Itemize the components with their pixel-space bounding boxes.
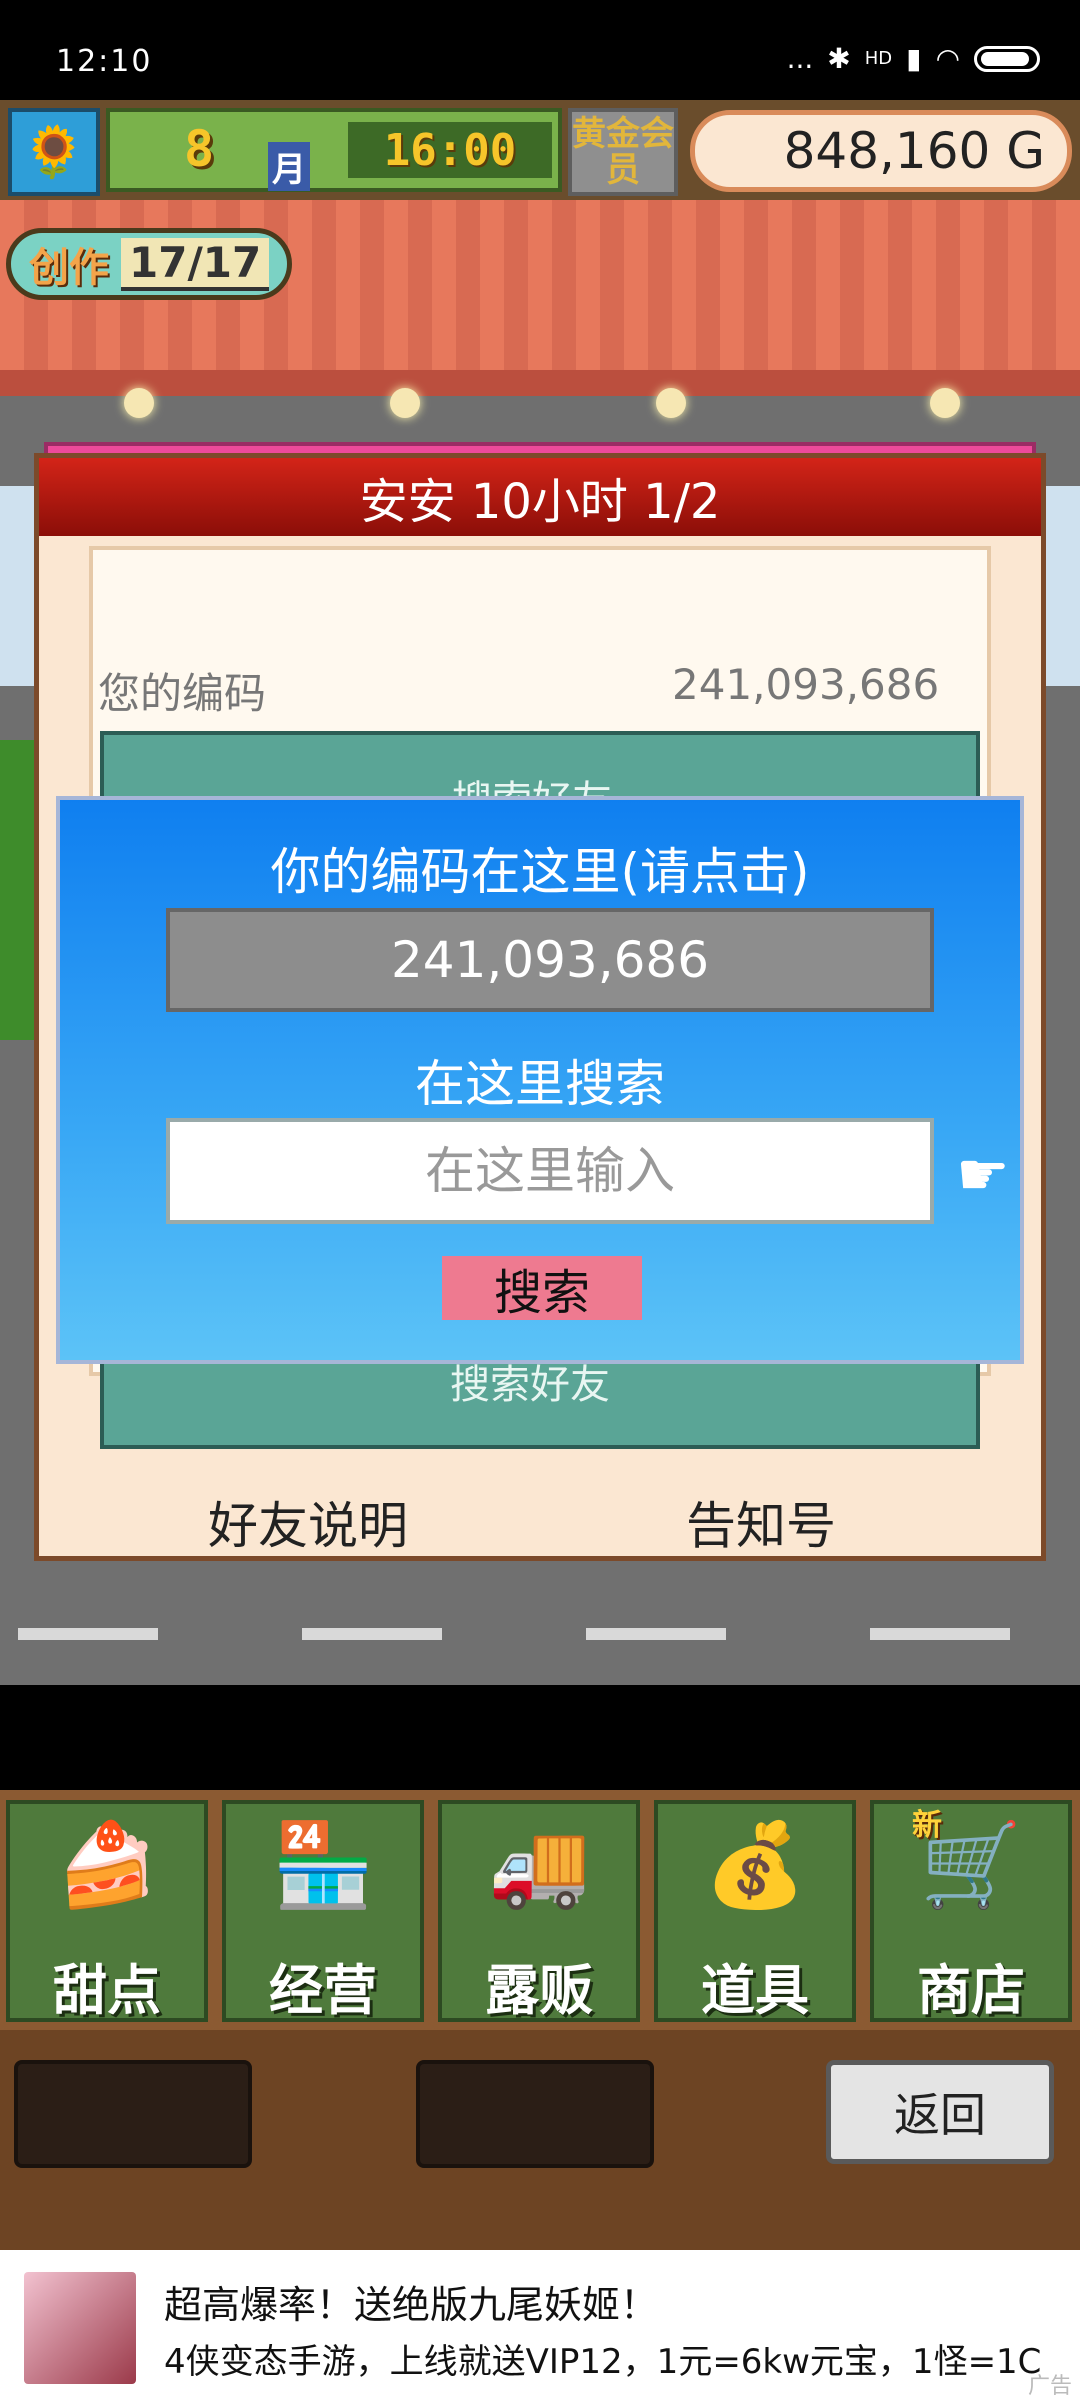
road-marking — [586, 1628, 726, 1640]
back-button[interactable]: 返回 — [826, 2060, 1054, 2164]
search-label: 在这里搜索 — [415, 1055, 665, 1113]
friend-help-button[interactable]: 好友说明 — [208, 1486, 408, 1558]
bottom-toolbar: 返回 — [0, 2030, 1080, 2254]
battery-icon — [974, 45, 1040, 72]
code-search-popup: 你的编码在这里(请点击) 241,093,686 在这里搜索 搜索 ☚ — [56, 796, 1024, 1364]
search-button[interactable]: 搜索 — [442, 1256, 642, 1321]
ad-subtitle: 4侠变态手游，上线就送VIP12，1元=6kw元宝，1怪=1C — [164, 2342, 1042, 2382]
bluetooth-icon: ✱ — [827, 42, 851, 75]
shop-building-icon: 🏪 — [271, 1818, 375, 1913]
status-bar: 12:10 ... ✱ HD ▮ ◠ — [0, 0, 1080, 100]
nav-stall-label: 露贩 — [485, 1959, 593, 2022]
create-label: 创作 — [29, 245, 109, 291]
sunflower-icon[interactable]: 🌻 — [8, 108, 100, 196]
road-marking — [18, 1628, 158, 1640]
money-display: 848,160 G — [690, 110, 1072, 192]
status-time: 12:10 — [56, 44, 153, 79]
hd-signal-icon: HD — [864, 48, 893, 69]
popup-title: 你的编码在这里(请点击) — [270, 843, 810, 901]
lamp-icon — [930, 388, 960, 418]
nav-items[interactable]: 💰 道具 — [654, 1800, 856, 2022]
empty-slot[interactable] — [14, 2060, 252, 2168]
more-dots-icon: ... — [786, 42, 814, 75]
nav-manage-label: 经营 — [269, 1959, 377, 2022]
month-label: 月 — [268, 142, 310, 191]
lamp-icon — [390, 388, 420, 418]
nav-stall[interactable]: 🚚 露贩 — [438, 1800, 640, 2022]
shopping-cart-icon: 🛒 — [919, 1818, 1023, 1913]
bottom-nav: 🍰 甜点 🏪 经营 🚚 露贩 💰 道具 新 🛒 商店 — [0, 1790, 1080, 2030]
membership-badge[interactable]: 黄金会员 — [568, 108, 678, 196]
month-number: 8 — [184, 120, 215, 178]
road-marking — [302, 1628, 442, 1640]
lamp-icon — [124, 388, 154, 418]
pointing-hand-icon: ☚ — [956, 1140, 1010, 1210]
friend-code-input[interactable] — [166, 1118, 934, 1224]
nav-dessert-label: 甜点 — [53, 1959, 161, 2022]
nav-store-label: 商店 — [917, 1959, 1025, 2022]
item-bag-icon: 💰 — [703, 1818, 807, 1913]
nav-dessert[interactable]: 🍰 甜点 — [6, 1800, 208, 2022]
create-count: 17/17 — [121, 237, 270, 291]
cake-icon: 🍰 — [55, 1818, 159, 1913]
empty-slot[interactable] — [416, 2060, 654, 2168]
food-truck-icon: 🚚 — [487, 1818, 591, 1913]
signal-icon: ▮ — [906, 42, 922, 75]
ad-tag: 广告 — [1027, 2374, 1072, 2399]
ad-title: 超高爆率！送绝版九尾妖姬！ — [164, 2283, 659, 2327]
awning-ridge — [0, 370, 1080, 396]
wifi-icon: ◠ — [935, 42, 960, 75]
nav-store[interactable]: 新 🛒 商店 — [870, 1800, 1072, 2022]
notice-button[interactable]: 告知号 — [686, 1486, 836, 1558]
game-clock: 16:00 — [348, 122, 552, 178]
lamp-icon — [656, 388, 686, 418]
nav-manage[interactable]: 🏪 经营 — [222, 1800, 424, 2022]
dialog-title: 安安 10小时 1/2 — [39, 458, 1041, 536]
top-hud: 🌻 8 月 16:00 黄金会员 848,160 G — [0, 100, 1080, 200]
ad-banner[interactable]: 超高爆率！送绝版九尾妖姬！ 4侠变态手游，上线就送VIP12，1元=6kw元宝，… — [0, 2250, 1080, 2400]
my-code-button[interactable]: 241,093,686 — [166, 908, 934, 1012]
create-counter[interactable]: 创作 17/17 — [6, 228, 292, 300]
status-icons: ... ✱ HD ▮ ◠ — [787, 42, 1040, 75]
ad-avatar — [24, 2272, 136, 2384]
code-label: 您的编码 — [98, 669, 267, 718]
code-value: 241,093,686 — [672, 660, 940, 709]
date-panel: 8 月 16:00 — [106, 108, 562, 192]
nav-items-label: 道具 — [701, 1959, 809, 2022]
road-marking — [870, 1628, 1010, 1640]
